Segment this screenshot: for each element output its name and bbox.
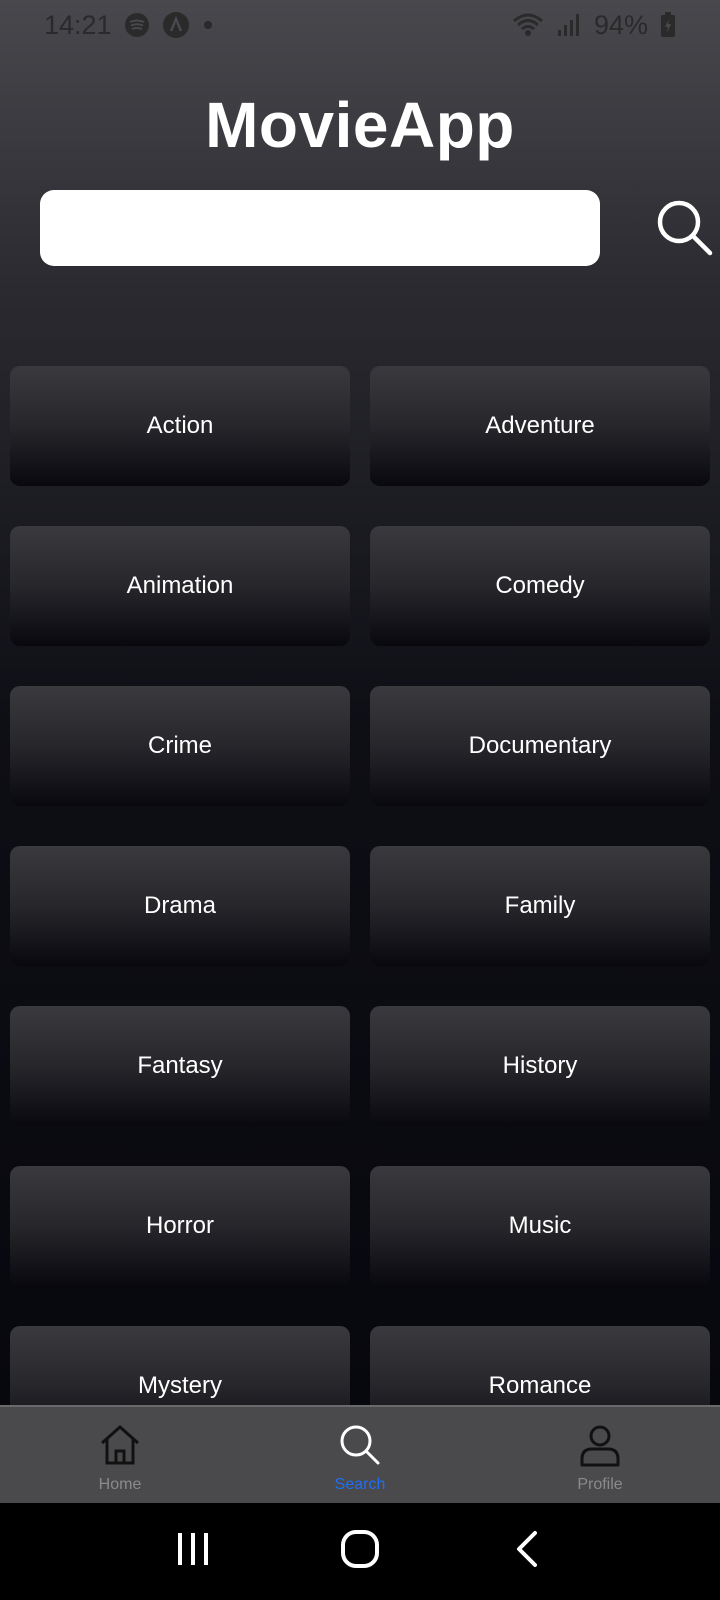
status-right: 94% — [512, 10, 676, 41]
nav-profile-label: Profile — [577, 1476, 623, 1493]
genre-comedy[interactable]: Comedy — [370, 526, 710, 646]
signal-icon — [556, 12, 582, 38]
search-icon — [338, 1423, 382, 1472]
genre-fantasy[interactable]: Fantasy — [10, 1006, 350, 1126]
clock: 14:21 — [44, 9, 112, 40]
back-icon — [513, 1529, 541, 1574]
status-bar: 14:21 94% — [0, 0, 720, 50]
genre-animation[interactable]: Animation — [10, 526, 350, 646]
genre-documentary[interactable]: Documentary — [370, 686, 710, 806]
status-left: 14:21 — [44, 10, 214, 41]
genre-crime[interactable]: Crime — [10, 686, 350, 806]
genre-adventure[interactable]: Adventure — [370, 366, 710, 486]
nav-search[interactable]: Search — [260, 1407, 460, 1503]
genre-action[interactable]: Action — [10, 366, 350, 486]
nav-home[interactable]: Home — [20, 1407, 220, 1503]
dot-icon — [202, 19, 214, 31]
search-icon — [654, 200, 714, 260]
genre-romance[interactable]: Romance — [370, 1326, 710, 1406]
app-title: MovieApp — [205, 89, 515, 161]
spotify-icon — [124, 12, 150, 38]
recents-button[interactable] — [163, 1522, 223, 1582]
genre-family[interactable]: Family — [370, 846, 710, 966]
nav-search-label: Search — [334, 1476, 386, 1493]
genre-mystery[interactable]: Mystery — [10, 1326, 350, 1406]
nav-home-label: Home — [98, 1476, 142, 1493]
genre-grid: Action Adventure Animation Comedy Crime … — [10, 366, 710, 1406]
bottom-nav: Home Search Profile — [0, 1405, 720, 1503]
recents-icon — [175, 1531, 211, 1572]
search-bar — [40, 190, 720, 266]
search-button[interactable] — [652, 196, 716, 260]
genre-drama[interactable]: Drama — [10, 846, 350, 966]
back-button[interactable] — [497, 1522, 557, 1582]
person-icon — [578, 1423, 622, 1472]
battery-percent: 94% — [593, 9, 648, 40]
system-home-button[interactable] — [330, 1522, 390, 1582]
system-nav-bar — [0, 1503, 720, 1600]
genre-music[interactable]: Music — [370, 1166, 710, 1286]
a-icon — [162, 11, 190, 39]
home-icon — [98, 1423, 142, 1472]
wifi-icon — [512, 12, 544, 38]
nav-profile[interactable]: Profile — [500, 1407, 700, 1503]
battery-icon — [660, 12, 676, 38]
home-circle-icon — [340, 1529, 380, 1574]
genre-horror[interactable]: Horror — [10, 1166, 350, 1286]
search-input[interactable] — [40, 190, 600, 266]
genre-history[interactable]: History — [370, 1006, 710, 1126]
